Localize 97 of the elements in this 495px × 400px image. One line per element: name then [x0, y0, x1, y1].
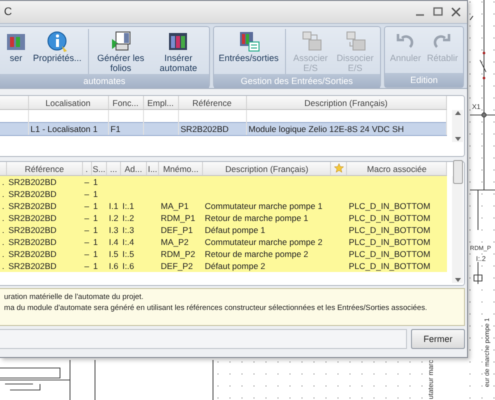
- table-cell: I.3: [108, 225, 118, 235]
- table-cell: RDM_P2: [160, 249, 196, 259]
- column-header[interactable]: I...: [148, 164, 158, 174]
- table-cell: I:.4: [122, 237, 134, 247]
- window-title: C: [4, 6, 13, 18]
- column-header[interactable]: Description (Français): [246, 96, 446, 110]
- group-label: Gestion des Entrées/Sorties: [214, 74, 380, 88]
- maximize-icon[interactable]: [431, 6, 445, 18]
- table-cell: –: [84, 213, 90, 223]
- table-cell: .: [2, 237, 4, 247]
- table-cell: I.2: [108, 213, 118, 223]
- table-cell: 1: [93, 249, 98, 259]
- table-cell: I.1: [108, 201, 118, 211]
- table-row[interactable]: L1 - Localisaton 1 F1 SR2B202BD Module logique Zelio 12E-8S 24 VDC SH: [0, 122, 446, 136]
- column-header[interactable]: Empl...: [143, 96, 178, 110]
- table-cell: –: [84, 201, 90, 211]
- table-cell: –: [84, 225, 90, 235]
- table-cell: DEF_P1: [160, 225, 193, 235]
- table-cell: SR2B202BD: [8, 213, 57, 223]
- table-cell: PLC_D_IN_BOTTOM: [348, 225, 430, 235]
- table-cell: SR2B202BD: [8, 261, 57, 271]
- table-cell: I.6: [108, 261, 118, 271]
- table-cell: I:.5: [122, 249, 134, 259]
- ribbon-button[interactable]: Propriétés...: [30, 29, 85, 64]
- table-cell: I.5: [108, 249, 118, 259]
- table-cell: 1: [93, 213, 98, 223]
- ribbon-tool-icon: [46, 30, 68, 52]
- table-cell: PLC_D_IN_BOTTOM: [348, 237, 430, 247]
- table-cell: .: [2, 225, 4, 235]
- column-header[interactable]: Référence: [178, 96, 246, 110]
- table-cell: 1: [93, 237, 98, 247]
- column-header[interactable]: Localisation: [28, 96, 108, 110]
- scroll-down-icon[interactable]: [454, 277, 462, 283]
- column-header[interactable]: .: [86, 164, 88, 174]
- ribbon-tool-icon: [300, 30, 322, 52]
- table-cell: 1: [93, 177, 98, 187]
- ribbon-button[interactable]: Insérer automate: [150, 29, 207, 74]
- table-cell: Retour de marche pompe 1: [204, 213, 308, 223]
- table-cell: I:.1: [122, 201, 134, 211]
- close-icon[interactable]: [449, 6, 463, 18]
- ribbon-tool-icon: [344, 30, 366, 52]
- table-cell: .: [2, 249, 4, 259]
- group-label: Edition: [384, 73, 463, 87]
- table-cell: PLC_D_IN_BOTTOM: [348, 249, 430, 259]
- table-cell: I.4: [108, 237, 118, 247]
- table-cell: Défaut pompe 2: [204, 261, 266, 271]
- table-cell: RDM_P1: [160, 213, 196, 223]
- table-cell: Retour de marche pompe 2: [204, 249, 308, 259]
- ribbon-tool-icon: [110, 30, 132, 52]
- table-cell: –: [84, 237, 90, 247]
- ribbon-button[interactable]: ser: [2, 29, 30, 64]
- table-cell: I:.3: [122, 225, 134, 235]
- scroll-down-icon[interactable]: [454, 136, 462, 142]
- table-cell: –: [84, 261, 90, 271]
- table-cell: .: [2, 213, 4, 223]
- table-cell: SR2B202BD: [8, 237, 57, 247]
- table-cell: I:.6: [122, 261, 134, 271]
- scrollbar-thumb[interactable]: [452, 160, 462, 184]
- group-label: automates: [0, 74, 209, 88]
- table-cell: I:.2: [122, 213, 134, 223]
- table-cell: .: [2, 201, 4, 211]
- table-cell: F1: [110, 124, 120, 134]
- table-cell: SR2B202BD: [8, 177, 57, 187]
- scroll-up-icon[interactable]: [454, 110, 462, 116]
- table-cell: L1 - Localisaton 1: [30, 124, 98, 134]
- table-cell: SR2B202BD: [8, 225, 57, 235]
- table-cell: –: [84, 249, 90, 259]
- column-header[interactable]: Fonc...: [108, 96, 143, 110]
- table-cell: 1: [93, 201, 98, 211]
- ribbon-tool-icon: [167, 30, 190, 52]
- table-cell: .: [2, 261, 4, 271]
- close-button[interactable]: Fermer: [411, 329, 465, 349]
- table-cell: Défaut pompe 1: [204, 225, 266, 235]
- table-cell: .: [2, 189, 4, 199]
- ribbon-button[interactable]: Entrées/sorties: [216, 29, 282, 64]
- table-cell: –: [84, 189, 90, 199]
- table-cell: 1: [93, 261, 98, 271]
- table-cell: 1: [93, 189, 98, 199]
- table-cell: SR2B202BD: [8, 201, 57, 211]
- table-cell: PLC_D_IN_BOTTOM: [348, 201, 430, 211]
- table-cell: 1: [93, 225, 98, 235]
- table-cell: Commutateur marche pompe 1: [204, 201, 322, 211]
- table-cell: MA_P1: [160, 201, 189, 211]
- star-icon: [334, 162, 344, 172]
- column-header[interactable]: S...: [92, 164, 106, 174]
- table-cell: PLC_D_IN_BOTTOM: [348, 213, 430, 223]
- table-cell: SR2B202BD: [180, 124, 229, 134]
- table-cell: DEF_P2: [160, 261, 193, 271]
- table-cell: .: [2, 177, 4, 187]
- table-cell: Commutateur marche pompe 2: [204, 237, 322, 247]
- table-cell: PLC_D_IN_BOTTOM: [348, 261, 430, 271]
- table-cell: –: [84, 177, 90, 187]
- table-cell: Module logique Zelio 12E-8S 24 VDC SH: [248, 124, 404, 134]
- table-cell: SR2B202BD: [8, 189, 57, 199]
- table-cell: MA_P2: [160, 237, 189, 247]
- ribbon-tool-icon: [238, 30, 260, 52]
- table-cell: SR2B202BD: [8, 249, 57, 259]
